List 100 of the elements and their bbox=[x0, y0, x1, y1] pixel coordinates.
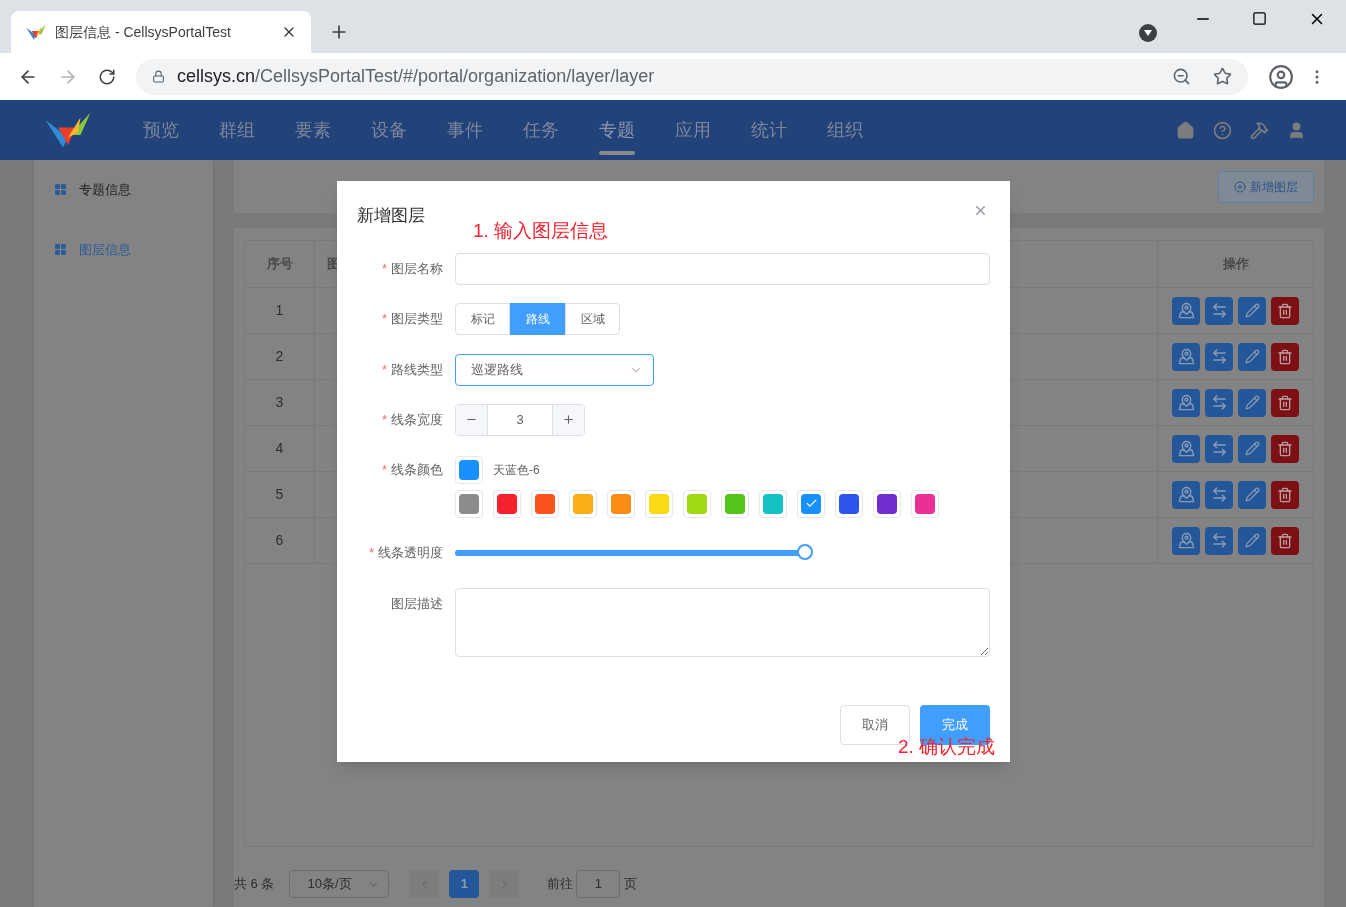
layer-type-option[interactable]: 路线 bbox=[510, 302, 565, 335]
nav-item[interactable]: 专题 bbox=[579, 100, 655, 160]
swap-button[interactable] bbox=[1205, 434, 1233, 463]
tools-icon[interactable] bbox=[1250, 120, 1269, 140]
swap-arrows-icon bbox=[1210, 348, 1228, 365]
line-width-stepper[interactable]: 3 bbox=[455, 403, 585, 436]
map-pin-icon bbox=[1177, 486, 1195, 503]
maximize-icon[interactable] bbox=[1252, 11, 1267, 26]
map-button[interactable] bbox=[1172, 480, 1200, 509]
edit-button[interactable] bbox=[1238, 342, 1266, 371]
layer-name-input[interactable] bbox=[455, 252, 990, 285]
color-swatch[interactable] bbox=[801, 493, 821, 514]
star-icon[interactable] bbox=[1213, 67, 1232, 86]
slider-thumb[interactable] bbox=[797, 543, 813, 560]
color-swatch[interactable] bbox=[649, 493, 669, 514]
color-swatch[interactable] bbox=[877, 493, 897, 514]
edit-button[interactable] bbox=[1238, 480, 1266, 509]
description-textarea[interactable] bbox=[455, 587, 990, 657]
check-icon bbox=[804, 497, 818, 510]
color-swatch[interactable] bbox=[915, 493, 935, 514]
page-size-select[interactable]: 10条/页 bbox=[289, 870, 390, 898]
map-button[interactable] bbox=[1172, 526, 1200, 555]
url-text: cellsys.cn/CellsysPortalTest/#/portal/organization/layer/layer bbox=[177, 65, 656, 88]
color-swatch[interactable] bbox=[763, 493, 783, 514]
sidebar-item[interactable]: 专题信息 bbox=[34, 180, 213, 200]
logo-icon bbox=[25, 23, 47, 41]
nav-item[interactable]: 预览 bbox=[123, 100, 199, 160]
swap-button[interactable] bbox=[1205, 480, 1233, 509]
profile-icon[interactable] bbox=[1268, 63, 1294, 90]
goto-label: 前往 bbox=[547, 875, 574, 894]
add-layer-button[interactable]: 新增图层 bbox=[1218, 170, 1314, 203]
nav-item[interactable]: 应用 bbox=[655, 100, 731, 160]
nav-item[interactable]: 事件 bbox=[427, 100, 503, 160]
tab-title: 图层信息 - CellsysPortalTest bbox=[55, 22, 232, 42]
delete-button[interactable] bbox=[1271, 480, 1299, 509]
layer-type-option[interactable]: 区域 bbox=[565, 302, 620, 335]
edit-button[interactable] bbox=[1238, 434, 1266, 463]
map-button[interactable] bbox=[1172, 296, 1200, 325]
color-swatch[interactable] bbox=[611, 493, 631, 514]
goto-page-field[interactable]: 1 bbox=[576, 870, 621, 898]
route-type-select[interactable]: 巡逻路线 bbox=[455, 353, 654, 386]
required-mark: * bbox=[368, 543, 374, 562]
delete-button[interactable] bbox=[1271, 388, 1299, 417]
increment-icon[interactable] bbox=[562, 413, 575, 426]
swap-button[interactable] bbox=[1205, 526, 1233, 555]
map-pin-icon bbox=[1177, 532, 1195, 549]
trash-icon bbox=[1277, 302, 1293, 319]
map-button[interactable] bbox=[1172, 342, 1200, 371]
nav-item[interactable]: 统计 bbox=[731, 100, 807, 160]
current-color-swatch bbox=[459, 459, 479, 480]
edit-button[interactable] bbox=[1238, 526, 1266, 555]
field-label: 图层名称 bbox=[391, 259, 443, 278]
delete-button[interactable] bbox=[1271, 434, 1299, 463]
nav-item[interactable]: 群组 bbox=[199, 100, 275, 160]
swap-arrows-icon bbox=[1210, 532, 1228, 549]
map-pin-icon bbox=[1177, 440, 1195, 457]
swap-button[interactable] bbox=[1205, 296, 1233, 325]
field-label: 图层类型 bbox=[391, 309, 443, 328]
nav-item[interactable]: 组织 bbox=[807, 100, 883, 160]
map-button[interactable] bbox=[1172, 388, 1200, 417]
trash-icon bbox=[1277, 440, 1293, 457]
color-swatch[interactable] bbox=[497, 493, 517, 514]
zoom-out-icon[interactable] bbox=[1172, 67, 1191, 86]
map-button[interactable] bbox=[1172, 434, 1200, 463]
layer-type-option[interactable]: 标记 bbox=[455, 302, 510, 335]
nav-item[interactable]: 设备 bbox=[351, 100, 427, 160]
table-cell: 3 bbox=[245, 380, 315, 425]
delete-button[interactable] bbox=[1271, 296, 1299, 325]
edit-button[interactable] bbox=[1238, 388, 1266, 417]
sidebar-item[interactable]: 图层信息 bbox=[34, 239, 213, 259]
delete-button[interactable] bbox=[1271, 526, 1299, 555]
goto-suffix: 页 bbox=[624, 875, 638, 894]
address-bar[interactable]: cellsys.cn/CellsysPortalTest/#/portal/organization/layer/layer bbox=[136, 58, 1248, 95]
color-swatch[interactable] bbox=[839, 493, 859, 514]
swap-button[interactable] bbox=[1205, 342, 1233, 371]
table-cell: 1 bbox=[245, 288, 315, 333]
color-swatch[interactable] bbox=[459, 493, 479, 514]
color-swatch[interactable] bbox=[535, 493, 555, 514]
color-swatch[interactable] bbox=[725, 493, 745, 514]
color-swatch[interactable] bbox=[573, 493, 593, 514]
swap-button[interactable] bbox=[1205, 388, 1233, 417]
home-icon[interactable] bbox=[1176, 120, 1195, 140]
swap-arrows-icon bbox=[1210, 302, 1228, 319]
help-icon[interactable] bbox=[1213, 120, 1232, 140]
grid-icon bbox=[54, 183, 67, 197]
user-icon[interactable] bbox=[1287, 120, 1306, 140]
page-button[interactable]: 1 bbox=[449, 870, 480, 898]
color-swatch[interactable] bbox=[687, 493, 707, 514]
nav-item[interactable]: 任务 bbox=[503, 100, 579, 160]
edit-button[interactable] bbox=[1238, 296, 1266, 325]
table-cell: 4 bbox=[245, 426, 315, 471]
field-label: 线条颜色 bbox=[391, 460, 443, 479]
field-label: 线条宽度 bbox=[391, 410, 443, 429]
nav-item[interactable]: 要素 bbox=[275, 100, 351, 160]
delete-button[interactable] bbox=[1271, 342, 1299, 371]
field-label: 图层描述 bbox=[391, 594, 443, 613]
browser-tab[interactable]: 图层信息 - CellsysPortalTest bbox=[11, 11, 311, 53]
required-mark: * bbox=[381, 259, 387, 278]
tab-search-icon[interactable] bbox=[1139, 24, 1157, 42]
reload-icon[interactable] bbox=[98, 67, 116, 86]
